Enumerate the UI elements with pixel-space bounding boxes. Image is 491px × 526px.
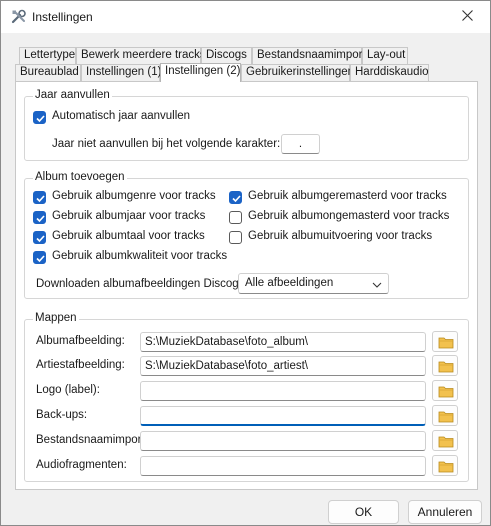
close-icon (461, 10, 473, 24)
jaar-char-input[interactable]: . (281, 134, 320, 154)
chevron-down-icon (372, 278, 382, 297)
tab-bestandsnaamimport[interactable]: Bestandsnaamimport (252, 47, 366, 64)
group-mappen: Mappen Albumafbeelding: S:\MuziekDatabas… (24, 312, 469, 482)
logo-browse-button[interactable] (432, 380, 458, 401)
albumtaal-label: Gebruik albumtaal voor tracks (52, 230, 205, 242)
group-title-album: Album toevoegen (33, 171, 127, 183)
tools-icon (11, 9, 27, 25)
tab-harddiskaudio[interactable]: Harddiskaudio (350, 64, 429, 81)
albumgeremasterd-label: Gebruik albumgeremasterd voor tracks (248, 190, 447, 202)
logo-input[interactable] (140, 381, 426, 401)
artiestafbeelding-label: Artiestafbeelding: (36, 359, 125, 371)
albumongemasterd-label: Gebruik albumongemasterd voor tracks (248, 210, 450, 222)
albumongemasterd-checkbox[interactable] (229, 211, 242, 224)
tab-bureaublad[interactable]: Bureaublad (15, 64, 81, 81)
group-jaar-aanvullen: Jaar aanvullen Automatisch jaar aanvulle… (24, 89, 469, 161)
tab-panel: Jaar aanvullen Automatisch jaar aanvulle… (15, 81, 478, 490)
back-ups-input[interactable] (140, 406, 426, 426)
artiestafbeelding-input[interactable]: S:\MuziekDatabase\foto_artiest\ (140, 356, 426, 376)
albumgeremasterd-checkbox[interactable] (229, 191, 242, 204)
tab-discogs[interactable]: Discogs (201, 47, 252, 64)
tab-bewerk-meerdere-tracks[interactable]: Bewerk meerdere tracks (76, 47, 206, 64)
auto-jaar-checkbox[interactable] (33, 111, 46, 124)
bestandsnaamimport-label: Bestandsnaamimport: (36, 434, 148, 446)
audiofragmenten-input[interactable] (140, 456, 426, 476)
ok-button[interactable]: OK (328, 500, 399, 524)
tab-instellingen-1[interactable]: Instellingen (1) (81, 64, 161, 81)
albumgenre-checkbox[interactable] (33, 191, 46, 204)
settings-window: Instellingen Lettertype Bewerk meerdere … (0, 0, 491, 526)
bestandsnaamimport-input[interactable] (140, 431, 426, 451)
audiofragmenten-browse-button[interactable] (432, 455, 458, 476)
albumjaar-checkbox[interactable] (33, 211, 46, 224)
albumafbeelding-browse-button[interactable] (432, 331, 458, 352)
window-title: Instellingen (32, 10, 93, 24)
albumuitvoering-checkbox[interactable] (229, 231, 242, 244)
albumjaar-label: Gebruik albumjaar voor tracks (52, 210, 206, 222)
logo-label: Logo (label): (36, 384, 100, 396)
download-select[interactable]: Alle afbeeldingen (238, 273, 389, 294)
albumtaal-checkbox[interactable] (33, 231, 46, 244)
tab-lay-out[interactable]: Lay-out (362, 47, 408, 64)
group-album-toevoegen: Album toevoegen Gebruik albumgenre voor … (24, 171, 469, 299)
close-button[interactable] (444, 1, 490, 33)
bestandsnaamimport-browse-button[interactable] (432, 430, 458, 451)
jaar-char-label: Jaar niet aanvullen bij het volgende kar… (52, 138, 281, 150)
download-select-value: Alle afbeeldingen (245, 277, 334, 289)
albumkwaliteit-label: Gebruik albumkwaliteit voor tracks (52, 250, 228, 262)
artiestafbeelding-browse-button[interactable] (432, 355, 458, 376)
audiofragmenten-label: Audiofragmenten: (36, 459, 127, 471)
albumkwaliteit-checkbox[interactable] (33, 251, 46, 264)
download-label: Downloaden albumafbeeldingen Discogs: (36, 278, 248, 290)
auto-jaar-label: Automatisch jaar aanvullen (52, 110, 191, 122)
group-title-mappen: Mappen (33, 312, 79, 324)
tab-instellingen-2[interactable]: Instellingen (2) (160, 63, 241, 82)
back-ups-label: Back-ups: (36, 409, 88, 421)
tab-gebruikerinstellingen[interactable]: Gebruikerinstellingen (241, 64, 354, 81)
albumuitvoering-label: Gebruik albumuitvoering voor tracks (248, 230, 433, 242)
back-ups-browse-button[interactable] (432, 405, 458, 426)
cancel-button[interactable]: Annuleren (408, 500, 482, 524)
albumgenre-label: Gebruik albumgenre voor tracks (52, 190, 216, 202)
tab-lettertype[interactable]: Lettertype (19, 47, 76, 64)
title-bar: Instellingen (1, 1, 490, 33)
albumafbeelding-label: Albumafbeelding: (36, 335, 125, 347)
group-title-jaar: Jaar aanvullen (33, 89, 112, 101)
albumafbeelding-input[interactable]: S:\MuziekDatabase\foto_album\ (140, 332, 426, 352)
